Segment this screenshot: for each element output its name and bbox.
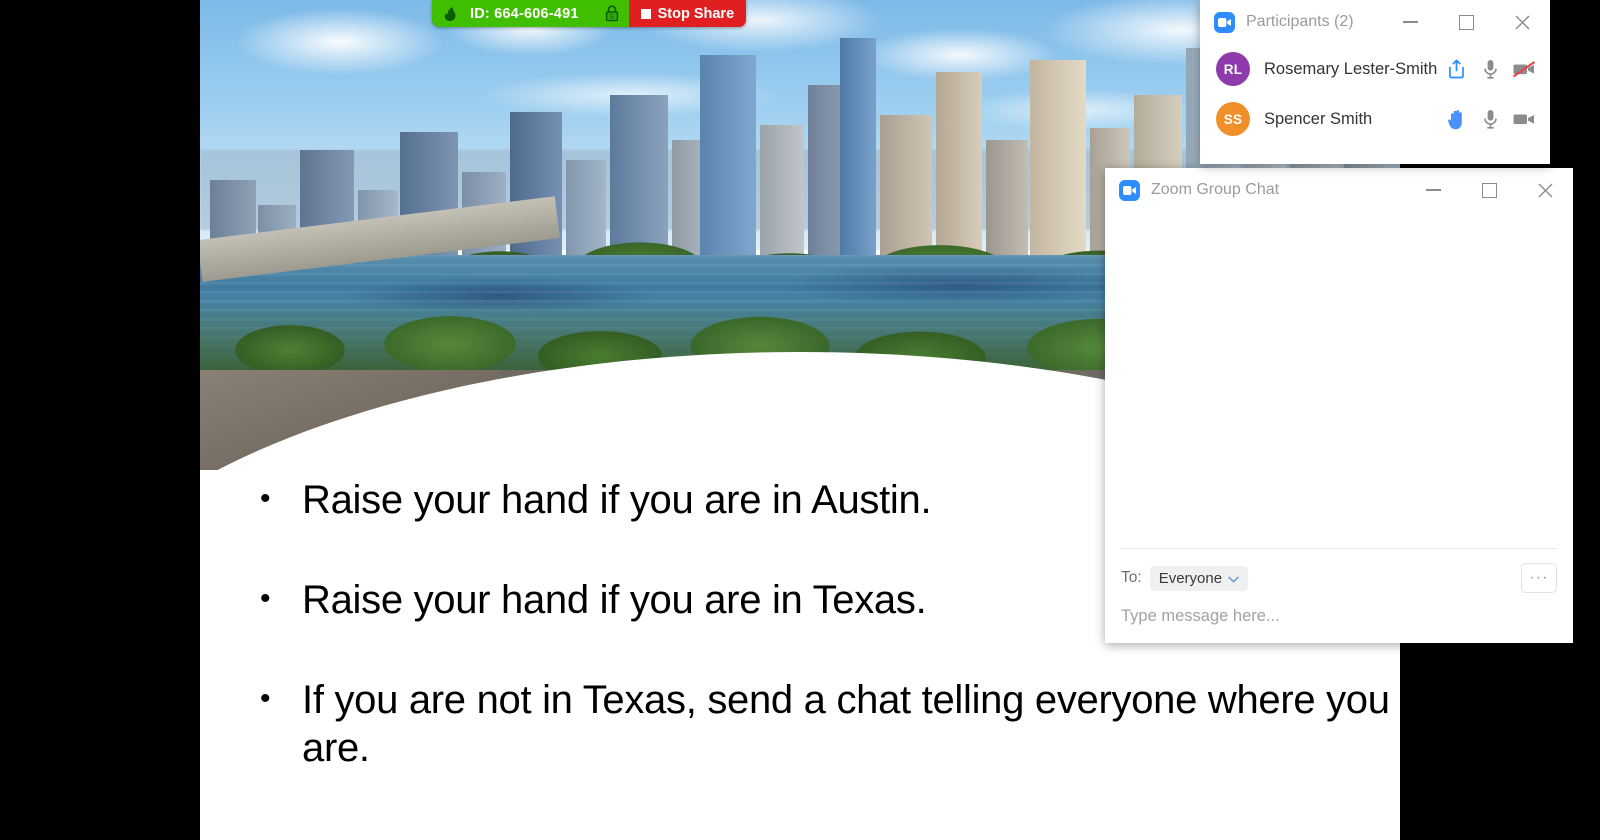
bullet-marker-icon: • (260, 582, 271, 615)
zoom-group-chat-panel: Zoom Group Chat To: Everyone ··· Type me… (1105, 168, 1573, 643)
screen-share-bar: ID: 664-606-491 E Stop Share (432, 0, 747, 27)
svg-text:E: E (609, 13, 614, 20)
chat-recipient-value: Everyone (1158, 569, 1223, 587)
participants-panel: Participants (2) RL Rosemary Lester-Smit… (1200, 0, 1550, 164)
zoom-video-logo-icon (1214, 11, 1235, 33)
participants-titlebar[interactable]: Participants (2) (1200, 0, 1550, 44)
bullet-text: If you are not in Texas, send a chat tel… (302, 678, 1390, 770)
participant-name: Spencer Smith (1264, 109, 1373, 128)
chat-recipient-row: To: Everyone ··· (1121, 563, 1557, 593)
chat-more-options-button[interactable]: ··· (1521, 563, 1557, 593)
video-off-icon[interactable] (1512, 57, 1536, 81)
avatar: SS (1216, 102, 1250, 136)
meeting-id-label: ID: 664-606-491 (470, 5, 579, 22)
share-arrow-icon (442, 5, 458, 23)
minimize-icon[interactable] (1382, 0, 1438, 44)
bullet-marker-icon: • (260, 682, 271, 715)
participants-title: Participants (2) (1246, 13, 1354, 30)
maximize-icon[interactable] (1461, 168, 1517, 212)
stop-square-icon (640, 8, 651, 19)
list-item: • If you are not in Texas, send a chat t… (260, 676, 1400, 772)
participant-status-icons (1444, 107, 1536, 131)
chevron-down-icon (1228, 570, 1239, 587)
encryption-lock-icon[interactable]: E (605, 5, 629, 22)
chat-titlebar[interactable]: Zoom Group Chat (1105, 168, 1573, 212)
share-screen-icon[interactable] (1444, 57, 1468, 81)
table-row[interactable]: RL Rosemary Lester-Smith (1200, 44, 1550, 94)
chat-compose-area: To: Everyone ··· Type message here... (1105, 549, 1573, 643)
participant-status-icons (1444, 57, 1536, 81)
microphone-icon[interactable] (1478, 107, 1502, 131)
chat-title: Zoom Group Chat (1151, 181, 1280, 198)
stop-share-button[interactable]: Stop Share (628, 0, 747, 27)
chat-message-list[interactable] (1105, 212, 1573, 548)
chat-window-controls (1405, 168, 1573, 212)
raise-hand-icon[interactable] (1444, 107, 1468, 131)
close-icon[interactable] (1494, 0, 1550, 44)
participants-window-controls (1382, 0, 1550, 44)
table-row[interactable]: SS Spencer Smith (1200, 94, 1550, 144)
avatar: RL (1216, 52, 1250, 86)
chat-recipient-dropdown[interactable]: Everyone (1149, 565, 1249, 591)
video-on-icon[interactable] (1512, 107, 1536, 131)
meeting-id-pill: ID: 664-606-491 E (432, 0, 629, 27)
zoom-video-logo-icon (1119, 179, 1140, 201)
screen-root: • Raise your hand if you are in Austin. … (0, 0, 1600, 840)
maximize-icon[interactable] (1438, 0, 1494, 44)
chat-message-input[interactable]: Type message here... (1121, 607, 1557, 633)
microphone-icon[interactable] (1478, 57, 1502, 81)
participant-name: Rosemary Lester-Smith (1264, 59, 1438, 78)
chat-to-label: To: (1121, 569, 1142, 586)
close-icon[interactable] (1517, 168, 1573, 212)
minimize-icon[interactable] (1405, 168, 1461, 212)
bullet-marker-icon: • (260, 482, 271, 515)
stop-share-label: Stop Share (657, 5, 735, 22)
